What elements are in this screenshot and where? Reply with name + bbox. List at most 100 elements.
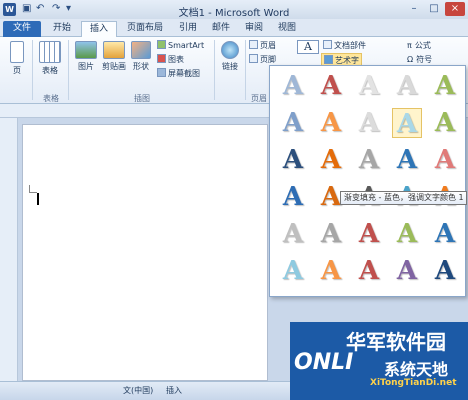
wordart-style-item[interactable]: A [316,108,346,138]
wordart-style-item[interactable]: A [278,182,308,212]
screenshot-button[interactable]: 屏幕截图 [157,68,200,79]
text-cursor [37,193,39,205]
tables-group-label: 表格 [43,94,59,103]
close-button[interactable]: × [445,2,465,16]
wordart-icon [324,55,333,64]
wordart-style-item[interactable]: A [430,108,460,138]
wordart-style-item[interactable]: A [392,145,422,175]
tab-home[interactable]: 开始 [44,21,80,37]
tab-references[interactable]: 引用 [172,21,204,37]
watermark-site-cn: 系统天地 [384,360,449,379]
screenshot-icon [157,68,166,77]
smartart-icon [157,40,166,49]
pi-icon: π [407,41,412,50]
watermark-onl: ONLI [294,350,354,375]
wordart-style-item[interactable]: A [392,108,422,139]
ribbon-tab-bar: 文件 开始 插入 页面布局 引用 邮件 审阅 视图 [0,19,468,37]
minimize-button[interactable]: – [404,2,424,16]
shapes-icon [131,41,151,59]
insert-mode-status[interactable]: 插入 [166,385,182,396]
screenshot-label: 屏幕截图 [168,69,200,78]
margin-mark [29,185,37,193]
wordart-style-item[interactable]: A [354,108,384,138]
wordart-style-item[interactable]: A [278,219,308,249]
docparts-label: 文档部件 [334,41,366,50]
footer-button[interactable]: 页脚 [249,54,276,65]
wordart-style-item[interactable]: A [430,145,460,175]
tab-review[interactable]: 审阅 [238,21,270,37]
table-label: 表格 [42,66,58,75]
omega-icon: Ω [407,55,414,64]
wordart-style-item[interactable]: A [430,219,460,249]
picture-label: 图片 [78,62,94,71]
link-button[interactable]: 链接 [218,41,242,72]
pages-label: 页 [13,66,21,75]
tab-page-layout[interactable]: 页面布局 [119,21,171,37]
wordart-style-item[interactable]: A [316,71,346,101]
equation-button[interactable]: π 公式 [407,40,431,51]
wordart-style-item[interactable]: A [354,219,384,249]
link-label: 链接 [222,62,238,71]
clipart-icon [103,41,125,59]
wordart-gallery: AAAAAAAAAAAAAAAAAAAAAAAAAAAAAA [269,65,466,297]
wordart-style-item[interactable]: A [354,145,384,175]
smartart-button[interactable]: SmartArt [157,40,204,50]
maximize-button[interactable]: □ [424,2,444,16]
picture-button[interactable]: 图片 [73,41,99,72]
clipart-label: 剪贴画 [102,62,126,71]
wordart-style-item[interactable]: A [392,219,422,249]
smartart-label: SmartArt [168,41,205,50]
tab-mailings[interactable]: 邮件 [205,21,237,37]
footer-label: 页脚 [260,55,276,64]
shapes-button[interactable]: 形状 [129,41,153,72]
vertical-ruler[interactable] [0,118,18,381]
docparts-button[interactable]: 文档部件 [323,40,366,51]
tab-file[interactable]: 文件 [3,21,41,37]
group-separator [68,40,69,100]
wordart-style-item[interactable]: A [278,145,308,175]
wordart-style-item[interactable]: A [354,256,384,286]
watermark: 华军软件园 ONLI 系统天地 XiTongTianDi.net [290,322,468,400]
picture-icon [75,41,97,59]
tab-view[interactable]: 视图 [271,21,303,37]
wordart-style-item[interactable]: A [354,71,384,101]
wordart-style-item[interactable]: A [392,256,422,286]
watermark-url: XiTongTianDi.net [370,378,457,388]
wordart-style-item[interactable]: A [316,256,346,286]
group-separator [32,40,33,100]
header-label: 页眉 [260,41,276,50]
wordart-style-item[interactable]: A [430,71,460,101]
chart-button[interactable]: 图表 [157,54,184,65]
header-button[interactable]: 页眉 [249,40,276,51]
table-icon [39,41,61,63]
wordart-style-item[interactable]: A [278,256,308,286]
language-status[interactable]: 文(中国) [123,385,153,396]
wordart-style-item[interactable]: A [430,256,460,286]
group-separator [245,40,246,100]
header-icon [249,40,258,49]
title-bar: W ▣ ↶ ↷ ▾ 文档1 - Microsoft Word – □ × [0,0,468,19]
clipart-button[interactable]: 剪贴画 [101,41,127,72]
shapes-label: 形状 [133,62,149,71]
wordart-style-item[interactable]: A [316,145,346,175]
document-page[interactable] [22,124,268,381]
table-button[interactable]: 表格 [38,41,62,76]
symbol-label: 符号 [416,55,433,64]
window-title: 文档1 - Microsoft Word [178,8,290,19]
footer-icon [249,54,258,63]
pages-button[interactable]: 页 [6,41,28,76]
textbox-button[interactable]: A [297,40,319,54]
wordart-style-item[interactable]: A [316,219,346,249]
docparts-icon [323,40,332,49]
wordart-style-item[interactable]: A [278,108,308,138]
chart-label: 图表 [168,55,184,64]
wordart-style-item[interactable]: A [278,71,308,101]
tab-insert[interactable]: 插入 [81,21,117,37]
chart-icon [157,54,166,63]
wordart-style-item[interactable]: A [392,71,422,101]
illustrations-group-label: 插图 [134,94,150,103]
equation-label: 公式 [414,41,431,50]
symbol-button[interactable]: Ω 符号 [407,54,432,65]
page-icon [10,41,24,63]
group-separator [214,40,215,100]
